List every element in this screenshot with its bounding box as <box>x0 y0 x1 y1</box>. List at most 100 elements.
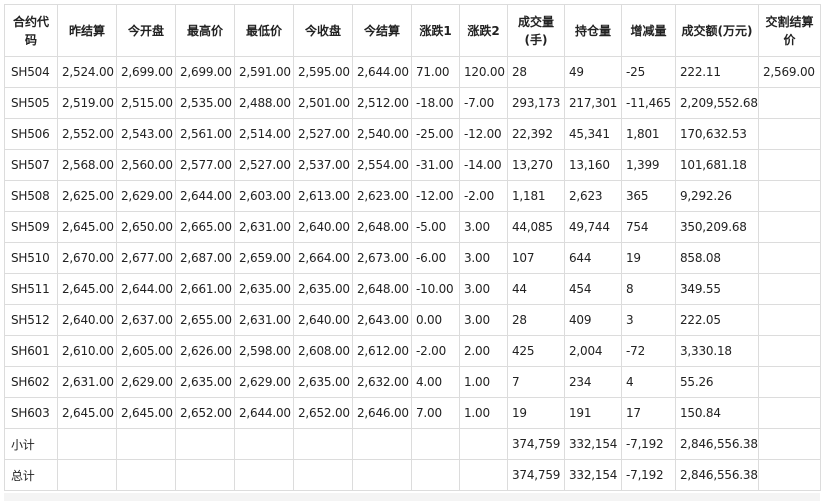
summary-cell-turnover: 2,846,556.38 <box>675 459 759 491</box>
futures-settlement-table: 合约代码 昨结算 今开盘 最高价 最低价 今收盘 今结算 涨跌1 涨跌2 成交量(手) 持仓量 增减量… <box>4 4 821 491</box>
table-cell-open: 2,629.00 <box>116 180 176 212</box>
table-cell-change1: -5.00 <box>411 211 460 243</box>
table-cell-volume: 1,181 <box>507 180 565 212</box>
table-cell-delivery-settle <box>758 366 821 398</box>
table-cell-volume: 22,392 <box>507 118 565 150</box>
table-cell-oi-change: 3 <box>621 304 676 336</box>
summary-cell-low <box>234 428 294 460</box>
table-cell-change1: -6.00 <box>411 242 460 274</box>
column-header-open: 今开盘 <box>116 4 176 57</box>
table-cell-change1: -12.00 <box>411 180 460 212</box>
table-cell-turnover: 2,209,552.68 <box>675 87 759 119</box>
table-cell-low: 2,514.00 <box>234 118 294 150</box>
table-row: SH510 2,670.00 2,677.00 2,687.00 2,659.00 2,6… <box>4 242 821 274</box>
table-cell-close: 2,527.00 <box>293 118 353 150</box>
table-cell-oi-change: 19 <box>621 242 676 274</box>
summary-cell-close <box>293 428 353 460</box>
table-cell-open-interest: 2,004 <box>564 335 622 367</box>
summary-cell-open <box>116 459 176 491</box>
table-cell-turnover: 150.84 <box>675 397 759 429</box>
table-cell-turnover: 3,330.18 <box>675 335 759 367</box>
table-header-row: 合约代码 昨结算 今开盘 最高价 最低价 今收盘 今结算 涨跌1 涨跌2 成交量(手) 持仓量 增减量… <box>4 4 821 57</box>
summary-cell-change1 <box>411 459 460 491</box>
table-cell-close: 2,664.00 <box>293 242 353 274</box>
table-cell-open-interest: 13,160 <box>564 149 622 181</box>
table-cell-change1: -25.00 <box>411 118 460 150</box>
table-cell-change2: -12.00 <box>459 118 508 150</box>
table-cell-open-interest: 217,301 <box>564 87 622 119</box>
summary-cell-open-interest: 332,154 <box>564 459 622 491</box>
table-cell-low: 2,598.00 <box>234 335 294 367</box>
summary-cell-settle <box>352 459 412 491</box>
table-row: SH509 2,645.00 2,650.00 2,665.00 2,631.00 2,6… <box>4 211 821 243</box>
summary-cell-close <box>293 459 353 491</box>
subtotal-row: 小计 374,759 332,154 -7,192 2,846,556.38 <box>4 428 821 460</box>
table-cell-settle: 2,623.00 <box>352 180 412 212</box>
table-cell-close: 2,635.00 <box>293 273 353 305</box>
table-cell-delivery-settle <box>758 149 821 181</box>
table-cell-prev-settle: 2,670.00 <box>57 242 117 274</box>
table-cell-oi-change: -72 <box>621 335 676 367</box>
table-cell-oi-change: 1,399 <box>621 149 676 181</box>
table-cell-settle: 2,612.00 <box>352 335 412 367</box>
table-cell-open: 2,645.00 <box>116 397 176 429</box>
table-cell-open-interest: 49,744 <box>564 211 622 243</box>
table-row: SH506 2,552.00 2,543.00 2,561.00 2,514.00 2,5… <box>4 118 821 150</box>
summary-cell-open <box>116 428 176 460</box>
table-cell-turnover: 858.08 <box>675 242 759 274</box>
table-cell-close: 2,501.00 <box>293 87 353 119</box>
summary-cell-settle <box>352 428 412 460</box>
table-cell-close: 2,652.00 <box>293 397 353 429</box>
table-cell-open-interest: 191 <box>564 397 622 429</box>
table-cell-contract-code: SH506 <box>4 118 58 150</box>
table-row: SH505 2,519.00 2,515.00 2,535.00 2,488.00 2,5… <box>4 87 821 119</box>
column-header-settle: 今结算 <box>352 4 412 57</box>
table-body: SH504 2,524.00 2,699.00 2,699.00 2,591.00 2,5… <box>4 56 821 491</box>
table-cell-turnover: 101,681.18 <box>675 149 759 181</box>
summary-cell-change1 <box>411 428 460 460</box>
table-cell-contract-code: SH602 <box>4 366 58 398</box>
table-cell-delivery-settle <box>758 118 821 150</box>
table-cell-open: 2,560.00 <box>116 149 176 181</box>
summary-label: 小计 <box>4 428 58 460</box>
summary-cell-change2 <box>459 428 508 460</box>
table-cell-open: 2,629.00 <box>116 366 176 398</box>
table-cell-volume: 44 <box>507 273 565 305</box>
table-cell-volume: 7 <box>507 366 565 398</box>
table-cell-turnover: 170,632.53 <box>675 118 759 150</box>
table-cell-contract-code: SH504 <box>4 56 58 88</box>
table-cell-prev-settle: 2,519.00 <box>57 87 117 119</box>
column-header-turnover: 成交额(万元) <box>675 4 759 57</box>
table-cell-oi-change: 4 <box>621 366 676 398</box>
table-row: SH504 2,524.00 2,699.00 2,699.00 2,591.00 2,5… <box>4 56 821 88</box>
summary-cell-prev-settle <box>57 459 117 491</box>
table-cell-prev-settle: 2,610.00 <box>57 335 117 367</box>
table-cell-open-interest: 409 <box>564 304 622 336</box>
table-cell-prev-settle: 2,645.00 <box>57 397 117 429</box>
table-cell-open: 2,605.00 <box>116 335 176 367</box>
table-cell-turnover: 349.55 <box>675 273 759 305</box>
table-cell-low: 2,591.00 <box>234 56 294 88</box>
table-cell-settle: 2,648.00 <box>352 211 412 243</box>
table-cell-close: 2,608.00 <box>293 335 353 367</box>
table-row: SH603 2,645.00 2,645.00 2,652.00 2,644.00 2,6… <box>4 397 821 429</box>
table-cell-settle: 2,646.00 <box>352 397 412 429</box>
table-cell-high: 2,687.00 <box>175 242 235 274</box>
table-cell-low: 2,644.00 <box>234 397 294 429</box>
summary-cell-high <box>175 428 235 460</box>
table-cell-close: 2,635.00 <box>293 366 353 398</box>
table-cell-change1: -31.00 <box>411 149 460 181</box>
table-cell-change2: -7.00 <box>459 87 508 119</box>
table-row: SH512 2,640.00 2,637.00 2,655.00 2,631.00 2,6… <box>4 304 821 336</box>
table-cell-delivery-settle <box>758 273 821 305</box>
table-cell-close: 2,613.00 <box>293 180 353 212</box>
summary-cell-change2 <box>459 459 508 491</box>
summary-cell-volume: 374,759 <box>507 428 565 460</box>
table-cell-high: 2,699.00 <box>175 56 235 88</box>
table-cell-open: 2,644.00 <box>116 273 176 305</box>
table-cell-settle: 2,673.00 <box>352 242 412 274</box>
table-cell-prev-settle: 2,631.00 <box>57 366 117 398</box>
table-cell-prev-settle: 2,640.00 <box>57 304 117 336</box>
table-cell-low: 2,527.00 <box>234 149 294 181</box>
table-cell-volume: 19 <box>507 397 565 429</box>
